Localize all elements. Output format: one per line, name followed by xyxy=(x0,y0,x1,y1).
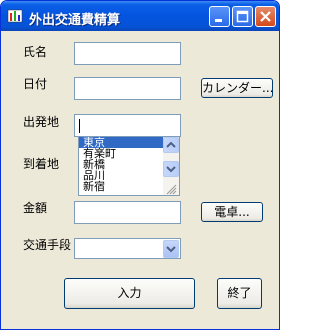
close-icon xyxy=(260,11,271,22)
date-label: 日付 xyxy=(23,77,48,91)
title-bar[interactable]: 外出交通費精算 xyxy=(1,1,279,31)
chevron-down-icon xyxy=(166,166,176,173)
text-cursor xyxy=(79,118,80,133)
chevron-down-icon xyxy=(166,246,176,253)
date-input[interactable] xyxy=(74,77,181,100)
transport-label: 交通手段 xyxy=(23,238,72,252)
maximize-button[interactable] xyxy=(232,6,253,27)
name-label: 氏名 xyxy=(23,45,48,59)
chevron-up-icon xyxy=(166,141,176,148)
close-button[interactable] xyxy=(255,6,276,27)
submit-button[interactable]: 入力 xyxy=(64,278,195,309)
minimize-icon xyxy=(215,19,222,22)
maximize-icon xyxy=(236,10,249,23)
window-title: 外出交通費精算 xyxy=(29,13,121,28)
minimize-button[interactable] xyxy=(209,6,230,27)
departure-label: 出発地 xyxy=(23,115,60,129)
app-icon xyxy=(7,8,23,24)
amount-label: 金額 xyxy=(23,201,48,215)
name-input[interactable] xyxy=(74,42,181,65)
app-window: 外出交通費精算 氏名 日付 カレンダー... 出発地 到着地 東京 有楽町 新橋… xyxy=(0,0,280,330)
transport-select[interactable] xyxy=(74,238,181,259)
departure-input[interactable] xyxy=(74,114,181,137)
dropdown-button[interactable] xyxy=(163,240,179,258)
scroll-up-button[interactable] xyxy=(163,137,179,153)
calculator-button[interactable]: 電卓... xyxy=(201,202,263,222)
amount-input[interactable] xyxy=(74,201,181,224)
arrival-label: 到着地 xyxy=(23,157,60,171)
scroll-down-button[interactable] xyxy=(163,161,179,177)
calendar-button[interactable]: カレンダー... xyxy=(201,78,273,98)
list-scrollbar[interactable] xyxy=(163,137,179,195)
exit-button[interactable]: 終了 xyxy=(217,278,262,309)
resize-grip-icon[interactable] xyxy=(165,183,177,195)
station-list[interactable]: 東京 有楽町 新橋 品川 新宿 xyxy=(78,136,180,196)
